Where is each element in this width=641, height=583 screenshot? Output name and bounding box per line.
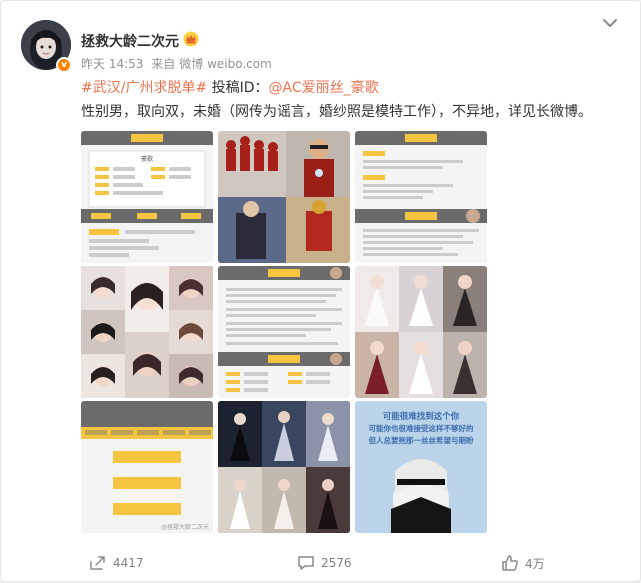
share-icon [90,556,105,570]
profile-sheet-image-1[interactable]: 豪歌 [81,131,213,263]
post-footer: 4417 2576 4万 [1,541,641,583]
profile-sheet-image-5[interactable] [218,266,350,398]
comment-button[interactable]: 2576 [297,553,352,573]
profile-sheet-image-7[interactable]: @拯救大龄二次元 [81,401,213,533]
ironman-cosplay-image[interactable] [218,131,350,263]
post-time[interactable]: 昨天 14:53 [81,57,143,71]
girl-collage-image[interactable] [81,266,213,398]
submit-label: 投稿ID： [207,80,269,96]
comment-count: 2576 [321,556,352,570]
sheet-name-1: 豪歌 [141,155,153,163]
mention-link[interactable]: @AC爱丽丝_豪歌 [269,80,379,96]
thumbs-up-icon [502,555,518,571]
meme-line-2: 可能你也很难接受这样不够好的 [369,423,474,433]
image-grid: 豪歌 @拯救大龄二次元 可能很难找到这个你 可能你也很难接受这样不够好的 但人总… [81,131,487,533]
verified-badge-icon: v [56,57,72,73]
share-count: 4417 [113,556,144,570]
post-meta: 昨天 14:53 来自 微博 weibo.com [81,55,276,72]
weibo-post-card: v 拯救大龄二次元 昨天 14:53 来自 微博 weibo.com #武汉/广州… [0,0,641,582]
lolita-collage-image[interactable] [355,266,487,398]
like-count: 4万 [525,556,545,571]
post-body-text: 性别男，取向双，未婚（网传为谣言，婚纱照是模特工作），不异地，详见长微博。 [81,104,592,120]
comment-icon [298,556,314,570]
post-text-line1: #武汉/广州求脱单# 投稿ID：@AC爱丽丝_豪歌 [81,77,379,97]
post-username[interactable]: 拯救大龄二次元 [81,31,179,51]
crown-icon [183,31,199,47]
profile-sheet-image-3[interactable] [355,131,487,263]
meme-line-3: 但人总要抱那一丝丝希望与期盼 [368,435,474,445]
chevron-down-icon[interactable] [600,13,620,33]
topic-link[interactable]: #武汉/广州求脱单# [81,80,207,96]
watermark-text: @拯救大龄二次元 [161,523,209,531]
cosplay-collage-image[interactable] [218,401,350,533]
meme-line-1: 可能很难找到这个你 [383,411,460,422]
nier-meme-image[interactable]: 可能很难找到这个你 可能你也很难接受这样不够好的 但人总要抱那一丝丝希望与期盼 [355,401,487,533]
share-button[interactable]: 4417 [89,553,144,573]
like-button[interactable]: 4万 [501,553,545,573]
post-source-prefix: 来自 [151,57,176,71]
post-source[interactable]: 微博 weibo.com [179,57,272,71]
